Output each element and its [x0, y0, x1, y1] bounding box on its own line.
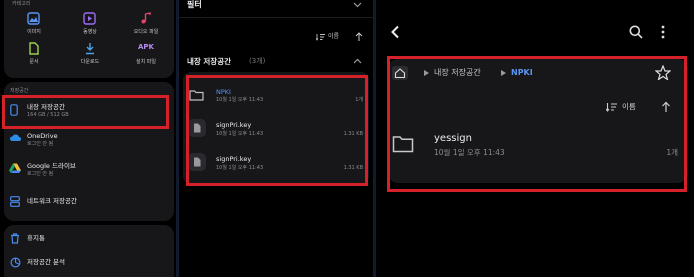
chevron-down-icon[interactable]	[353, 2, 362, 8]
folder-view-panel: 내장 저장공간 NPKI 이름 yessign 10월 1일 오후 11:43 …	[376, 0, 694, 277]
audio-icon	[141, 12, 151, 24]
storage-item-google-drive[interactable]: Google 드라이브 로그인 안 됨	[4, 158, 174, 182]
divider	[179, 17, 373, 18]
category-label: 이미지	[27, 29, 41, 35]
apk-icon: APK	[138, 43, 154, 51]
storage-analysis-item[interactable]: 저장공간 분석	[4, 253, 174, 273]
category-audio[interactable]: 오디오 파일	[122, 11, 170, 39]
section-title: 내장 저장공간	[187, 57, 232, 66]
storage-status: 로그인 안 됨	[27, 141, 54, 147]
category-label: 다운로드	[80, 59, 100, 65]
storage-header: 저장공간	[10, 88, 29, 94]
download-icon	[86, 43, 94, 55]
category-label: 동영상	[83, 29, 97, 35]
trash-item[interactable]: 휴지통	[4, 229, 174, 249]
category-documents[interactable]: 문서	[10, 41, 58, 69]
category-images[interactable]: 이미지	[10, 11, 58, 39]
highlight-box	[186, 75, 368, 186]
category-label: 오디오 파일	[133, 29, 159, 35]
back-arrow-icon[interactable]	[390, 25, 400, 39]
storage-item-network[interactable]: 네트워크 저장공간	[4, 192, 174, 214]
sort-control[interactable]: 이름	[314, 31, 373, 45]
storage-title: Google 드라이브	[27, 162, 76, 170]
google-drive-icon	[9, 163, 21, 173]
item-count: (3개)	[249, 57, 266, 65]
category-videos[interactable]: 동영상	[66, 11, 114, 39]
search-icon[interactable]	[629, 25, 643, 39]
highlight-box	[387, 56, 687, 192]
document-icon	[29, 42, 39, 55]
trash-label: 휴지통	[27, 234, 45, 242]
trash-icon	[11, 233, 19, 244]
chevron-up-icon[interactable]	[353, 58, 362, 64]
onedrive-icon	[9, 134, 21, 141]
category-label: 설치 파일	[136, 59, 156, 65]
file-manager-home: 카테고리 이미지 동영상 오디오 파일 문서 다운로드 APK 설치 파일 저장…	[0, 0, 176, 277]
analysis-label: 저장공간 분석	[27, 258, 65, 266]
storage-item-onedrive[interactable]: OneDrive 로그인 안 됨	[4, 128, 174, 152]
storage-title: 네트워크 저장공간	[27, 197, 77, 205]
analysis-icon	[10, 257, 21, 268]
category-install-files[interactable]: APK 설치 파일	[122, 41, 170, 69]
tools-card: 휴지통 저장공간 분석	[4, 225, 174, 277]
filter-label[interactable]: 필터	[187, 1, 202, 9]
category-card: 카테고리 이미지 동영상 오디오 파일 문서 다운로드 APK 설치 파일	[4, 0, 174, 78]
folder-list-panel: 필터 이름 내장 저장공간 (3개) NPKI 10월 1일 오후 11:43 …	[179, 0, 373, 277]
sort-icon	[316, 34, 325, 41]
storage-status: 로그인 안 됨	[27, 171, 54, 177]
category-downloads[interactable]: 다운로드	[66, 41, 114, 69]
sort-label: 이름	[328, 33, 340, 40]
arrow-up-icon	[355, 32, 363, 41]
category-header: 카테고리	[12, 1, 31, 7]
category-label: 문서	[29, 59, 39, 65]
storage-title: OneDrive	[27, 132, 58, 140]
network-storage-icon	[10, 196, 20, 207]
video-icon	[83, 12, 96, 25]
more-options-icon[interactable]	[661, 25, 665, 39]
highlight-box	[2, 95, 169, 129]
image-icon	[27, 12, 40, 25]
